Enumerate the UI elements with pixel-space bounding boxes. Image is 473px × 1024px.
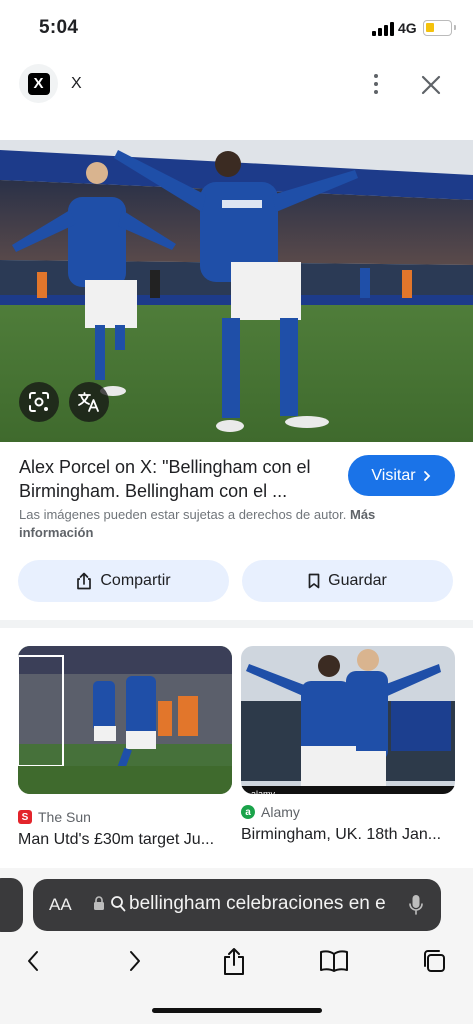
home-indicator [152, 1008, 322, 1013]
related-image[interactable]: alamy [241, 646, 455, 794]
related-source: The Sun [38, 809, 91, 825]
result-title-line1: Alex Porcel on X: "Bellingham con el [19, 457, 311, 477]
section-divider [0, 620, 473, 628]
tabs-button[interactable] [416, 943, 452, 979]
x-logo-letter: X [27, 72, 50, 95]
signal-icon [372, 22, 394, 36]
search-query[interactable]: bellingham celebraciones en e [129, 893, 391, 915]
site-name: X [71, 75, 82, 92]
lock-icon [94, 896, 104, 910]
share-page-button[interactable] [216, 943, 252, 979]
save-label: Guardar [328, 572, 387, 589]
microphone-icon[interactable] [408, 893, 424, 917]
result-title-line2: Birmingham. Bellingham con el ... [19, 481, 288, 501]
share-icon [77, 572, 92, 590]
related-title: Birmingham, UK. 18th Jan... [241, 826, 442, 843]
related-result[interactable]: alamy a Alamy Birmingham, UK. 18th Jan..… [241, 646, 455, 844]
related-source: Alamy [261, 804, 300, 820]
visit-label: Visitar [371, 466, 416, 484]
lens-search-icon[interactable] [19, 382, 59, 422]
result-title[interactable]: Alex Porcel on X: "Bellingham con el Bir… [19, 455, 339, 503]
save-button[interactable]: Guardar [242, 560, 453, 602]
previous-tab-preview[interactable] [0, 878, 23, 932]
battery-icon [423, 20, 456, 36]
search-icon [111, 896, 126, 912]
network-label: 4G [398, 20, 417, 36]
status-bar: 5:04 4G [0, 0, 473, 54]
status-time: 5:04 [39, 17, 79, 38]
chevron-right-icon [130, 951, 140, 971]
chevron-right-icon [423, 470, 430, 481]
chevron-left-icon [28, 951, 38, 971]
the-sun-favicon-icon: S [18, 810, 32, 824]
copyright-text: Las imágenes pueden estar sujetas a dere… [19, 507, 350, 522]
address-bar[interactable]: AA bellingham celebraciones en e [33, 879, 441, 931]
share-label: Compartir [100, 572, 171, 589]
bookmarks-button[interactable] [316, 943, 352, 979]
book-icon [320, 950, 348, 972]
visit-button[interactable]: Visitar [348, 455, 455, 496]
related-image[interactable] [17, 646, 232, 794]
share-button[interactable]: Compartir [18, 560, 229, 602]
close-icon[interactable] [418, 72, 444, 98]
translate-icon[interactable] [69, 382, 109, 422]
tabs-icon [424, 950, 445, 972]
more-info-link-line2[interactable]: información [19, 525, 93, 540]
back-button[interactable] [15, 943, 51, 979]
text-size-button[interactable]: AA [49, 895, 72, 915]
more-options-icon[interactable] [364, 70, 388, 98]
alamy-watermark: alamy [251, 789, 276, 794]
related-result[interactable]: S The Sun Man Utd's £30m target Ju... [17, 646, 232, 849]
alamy-favicon-icon: a [241, 805, 255, 819]
forward-button[interactable] [117, 943, 153, 979]
x-logo-icon[interactable]: X [19, 64, 58, 103]
related-title: Man Utd's £30m target Ju... [18, 831, 215, 848]
bookmark-icon [308, 573, 320, 589]
copyright-notice: Las imágenes pueden estar sujetas a dere… [19, 506, 439, 542]
more-info-link[interactable]: Más [350, 507, 375, 522]
share-icon [224, 948, 244, 975]
